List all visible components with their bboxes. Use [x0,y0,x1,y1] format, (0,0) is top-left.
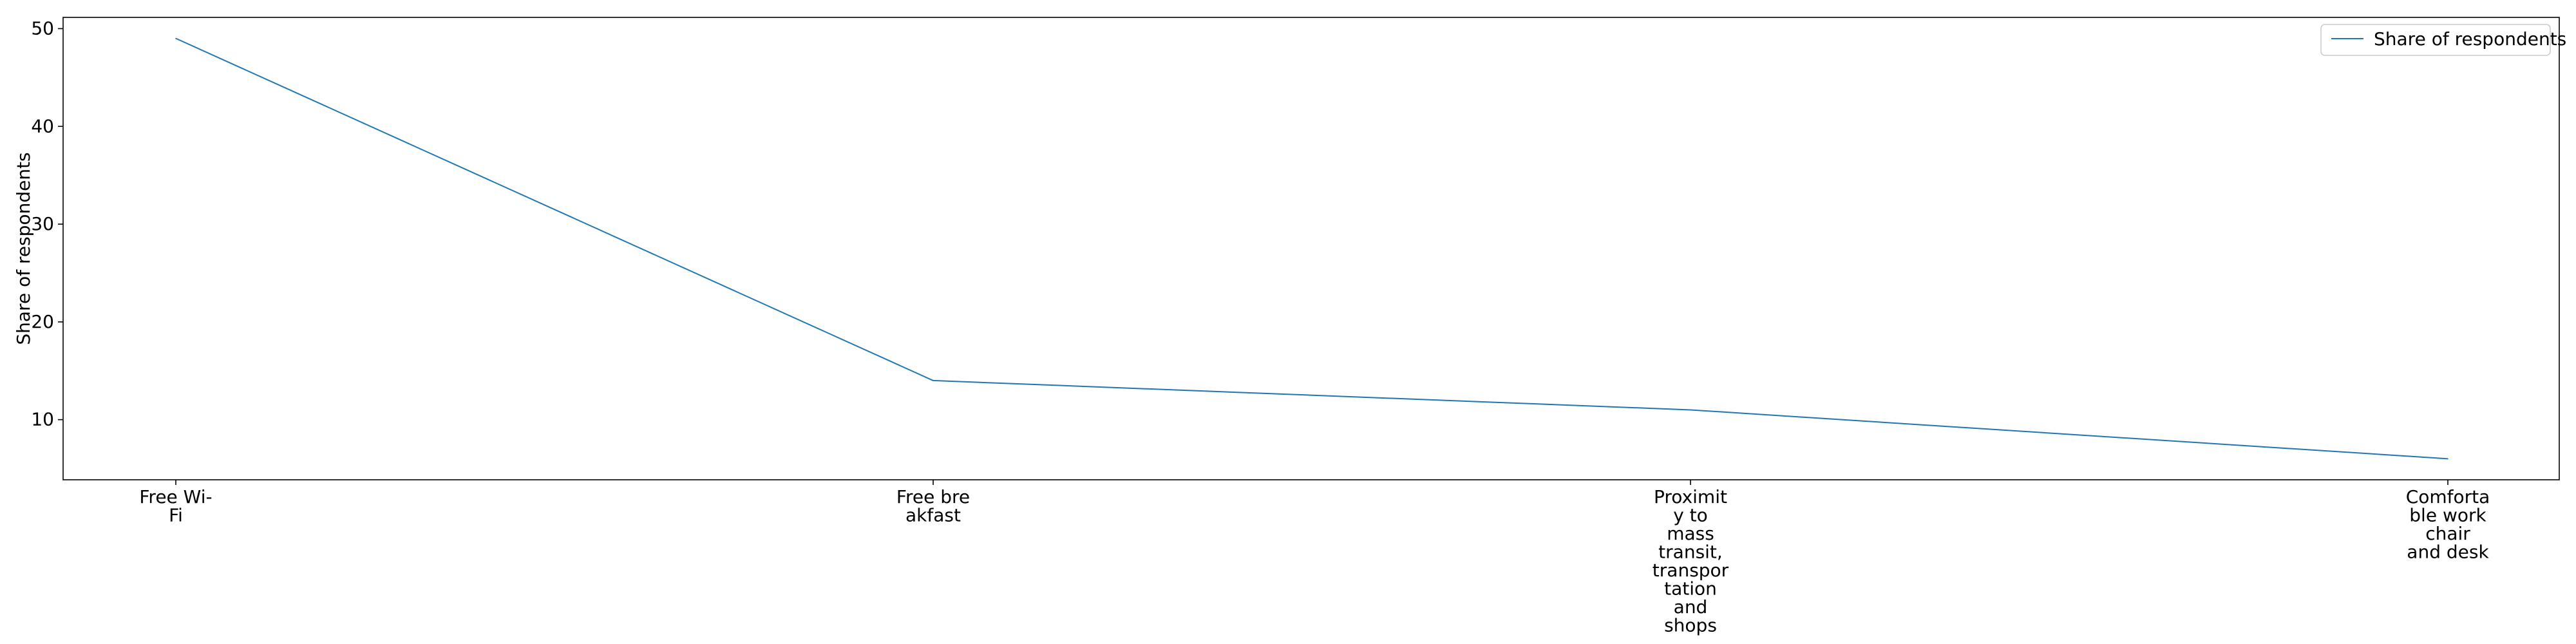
y-axis-label: Share of respondents [13,152,34,345]
line-chart: 10 20 30 40 50 Free Wi-Fi Free bre akfast Proxi… [13,17,2566,636]
x-tick-label: Free Wi-Fi [139,486,212,526]
y-tick-label: 20 [31,311,54,332]
series-layer [175,37,2448,460]
y-tick-label: 30 [31,213,54,234]
data-point [933,380,934,381]
y-tick-label: 10 [31,409,54,430]
x-tick-label: Comforta ble work chair and desk [2406,486,2490,563]
data-point [175,37,176,39]
y-tick-label: 50 [31,17,54,39]
series-line [175,37,2448,460]
legend-label: Share of respondents [2374,28,2566,50]
x-tick-label: Free bre akfast [896,486,970,526]
plot-area [62,17,2560,480]
x-tick-label: Proximit y to mass transit, transpor tation an… [1653,486,1729,636]
legend: Share of respondents [2320,24,2566,56]
data-point [1690,409,1691,411]
y-tick-label: 40 [31,115,54,137]
data-point [2447,458,2448,460]
y-axis-ticks: 10 20 30 40 50 [31,17,63,430]
x-axis-ticks: Free Wi-Fi Free bre akfast Proximit y to mass… [139,480,2490,636]
